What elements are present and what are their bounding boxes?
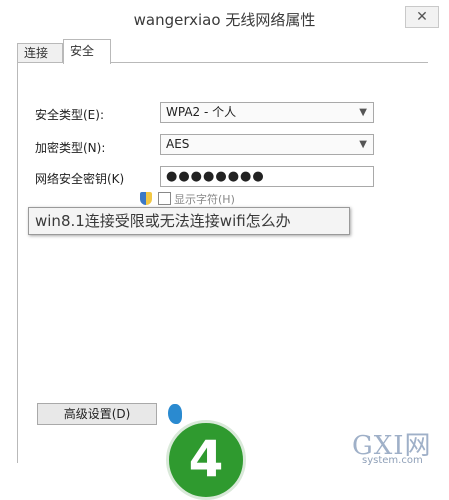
- step-badge: 4: [166, 420, 246, 500]
- close-button[interactable]: ✕: [405, 6, 439, 28]
- advanced-settings-button[interactable]: 高级设置(D): [37, 403, 157, 425]
- tab-connection[interactable]: 连接: [17, 43, 63, 63]
- title-bar: wangerxiao 无线网络属性 ✕: [0, 0, 449, 36]
- tab-security[interactable]: 安全: [63, 39, 111, 64]
- show-characters-label: 显示字符(H): [174, 193, 235, 206]
- watermark-logo: GXI网 system.com: [352, 425, 442, 467]
- chevron-down-icon: ▼: [359, 139, 367, 150]
- security-type-value: WPA2 - 个人: [166, 105, 237, 119]
- network-key-label: 网络安全密钥(K): [35, 172, 125, 186]
- chevron-down-icon: ▼: [359, 107, 367, 118]
- show-characters-checkbox[interactable]: [158, 192, 171, 205]
- window-title: wangerxiao 无线网络属性: [133, 11, 316, 29]
- encryption-type-select[interactable]: AES ▼: [160, 134, 374, 155]
- title-banner: win8.1连接受限或无法连接wifi怎么办: [28, 207, 350, 235]
- encryption-type-value: AES: [166, 137, 190, 151]
- network-key-field[interactable]: ●●●●●●●●: [160, 166, 374, 187]
- security-type-select[interactable]: WPA2 - 个人 ▼: [160, 102, 374, 123]
- security-type-label: 安全类型(E):: [35, 108, 104, 122]
- encryption-type-label: 加密类型(N):: [35, 141, 106, 155]
- paint-splash-icon: [168, 404, 182, 424]
- shield-icon: [140, 192, 152, 205]
- watermark-sub: system.com: [362, 455, 423, 466]
- show-characters-option[interactable]: 显示字符(H): [140, 192, 260, 206]
